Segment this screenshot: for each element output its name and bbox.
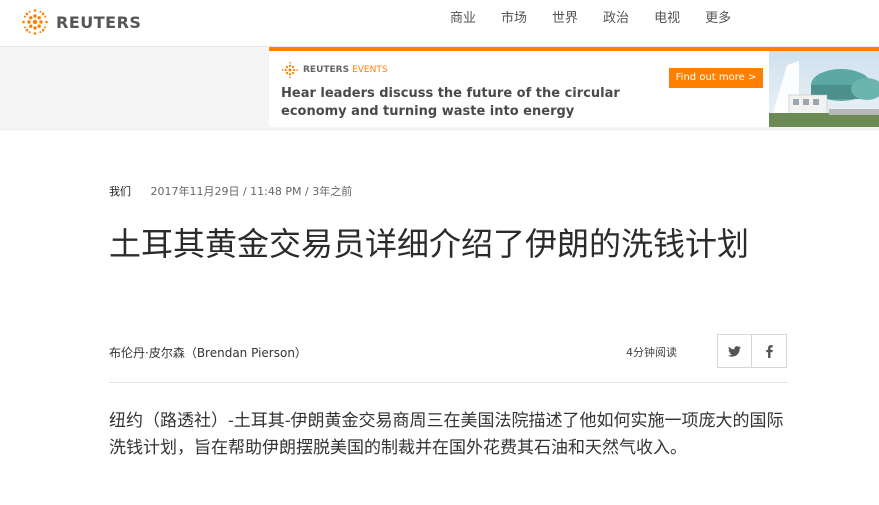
ad-strip: REUTERS EVENTS Hear leaders discuss the … [0,47,879,130]
ad-brand-sub: EVENTS [352,65,388,75]
nav-item-more[interactable]: 更多 [705,10,731,28]
ad-banner[interactable]: REUTERS EVENTS Hear leaders discuss the … [269,47,879,127]
site-header: REUTERS 商业 市场 世界 政治 电视 更多 [0,0,879,47]
article-section[interactable]: 我们 [109,185,131,198]
twitter-icon [728,345,741,357]
brand-name: REUTERS [56,12,142,32]
nav-item-markets[interactable]: 市场 [501,10,527,28]
nav-item-politics[interactable]: 政治 [603,10,629,28]
article-body-paragraph: 纽约（路透社）-土耳其-伊朗黄金交易商周三在美国法院描述了他如何实施一项庞大的国… [109,411,784,458]
share-twitter-button[interactable] [717,334,752,368]
facebook-icon [765,344,773,358]
article-date: 2017年11月29日 / 11:48 PM / 3年之前 [150,185,353,198]
ad-logo: REUTERS EVENTS [281,61,388,79]
divider [109,382,788,383]
ad-brand: REUTERS [303,65,350,75]
ad-photo-biogas-plant [769,51,879,127]
article-byline[interactable]: 布伦丹·皮尔森（Brendan Pierson） [109,344,307,361]
article-headline: 土耳其黄金交易员详细介绍了伊朗的洗钱计划 [109,225,750,263]
ad-headline: Hear leaders discuss the future of the c… [281,86,620,119]
nav-item-tv[interactable]: 电视 [654,10,680,28]
nav-item-world[interactable]: 世界 [552,10,578,28]
reuters-logo[interactable]: REUTERS [20,7,141,37]
article-meta: 我们 2017年11月29日 / 11:48 PM / 3年之前 [109,183,352,199]
nav-item-business[interactable]: 商业 [450,10,476,28]
reuters-logo-icon [22,9,48,35]
read-time: 4分钟阅读 [626,346,677,359]
reuters-events-logo-icon [281,61,299,79]
find-out-more-button[interactable]: Find out more > [669,68,763,88]
share-facebook-button[interactable] [752,334,787,368]
main-nav: 商业 市场 世界 政治 电视 更多 [450,10,756,28]
